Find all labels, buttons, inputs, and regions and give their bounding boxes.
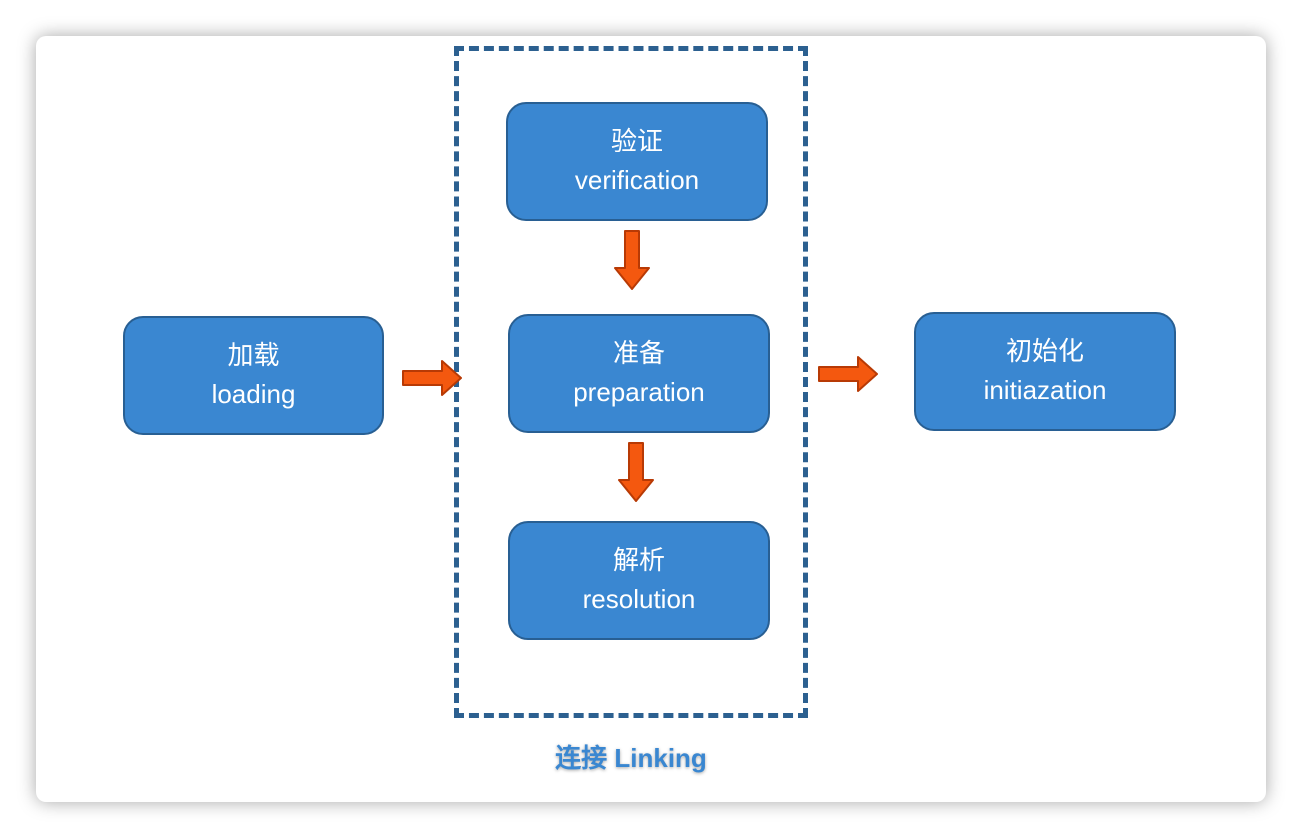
node-loading-zh: 加载 (227, 340, 280, 371)
arrow-right-icon (402, 360, 462, 396)
node-initialization-en: initiazation (983, 374, 1107, 405)
node-initialization-zh: 初始化 (1005, 336, 1084, 367)
node-preparation-zh: 准备 (612, 338, 665, 369)
node-resolution-en: resolution (582, 583, 696, 614)
node-preparation: 准备 preparation (508, 314, 770, 433)
linking-group-label: 连接 Linking (555, 743, 707, 773)
arrow-down-icon (614, 230, 650, 290)
node-verification-zh: 验证 (610, 126, 663, 157)
node-resolution: 解析 resolution (508, 521, 770, 640)
node-resolution-zh: 解析 (612, 545, 665, 576)
node-initialization: 初始化 initiazation (914, 312, 1176, 431)
arrow-right-icon (818, 356, 878, 392)
node-loading: 加载 loading (123, 316, 384, 435)
node-loading-en: loading (211, 378, 296, 409)
node-verification: 验证 verification (506, 102, 768, 221)
node-verification-en: verification (574, 164, 700, 195)
diagram-canvas: 连接 Linking 加载 loading 验证 verification 准备… (0, 0, 1302, 838)
node-preparation-en: preparation (573, 376, 705, 407)
arrow-down-icon (618, 442, 654, 502)
